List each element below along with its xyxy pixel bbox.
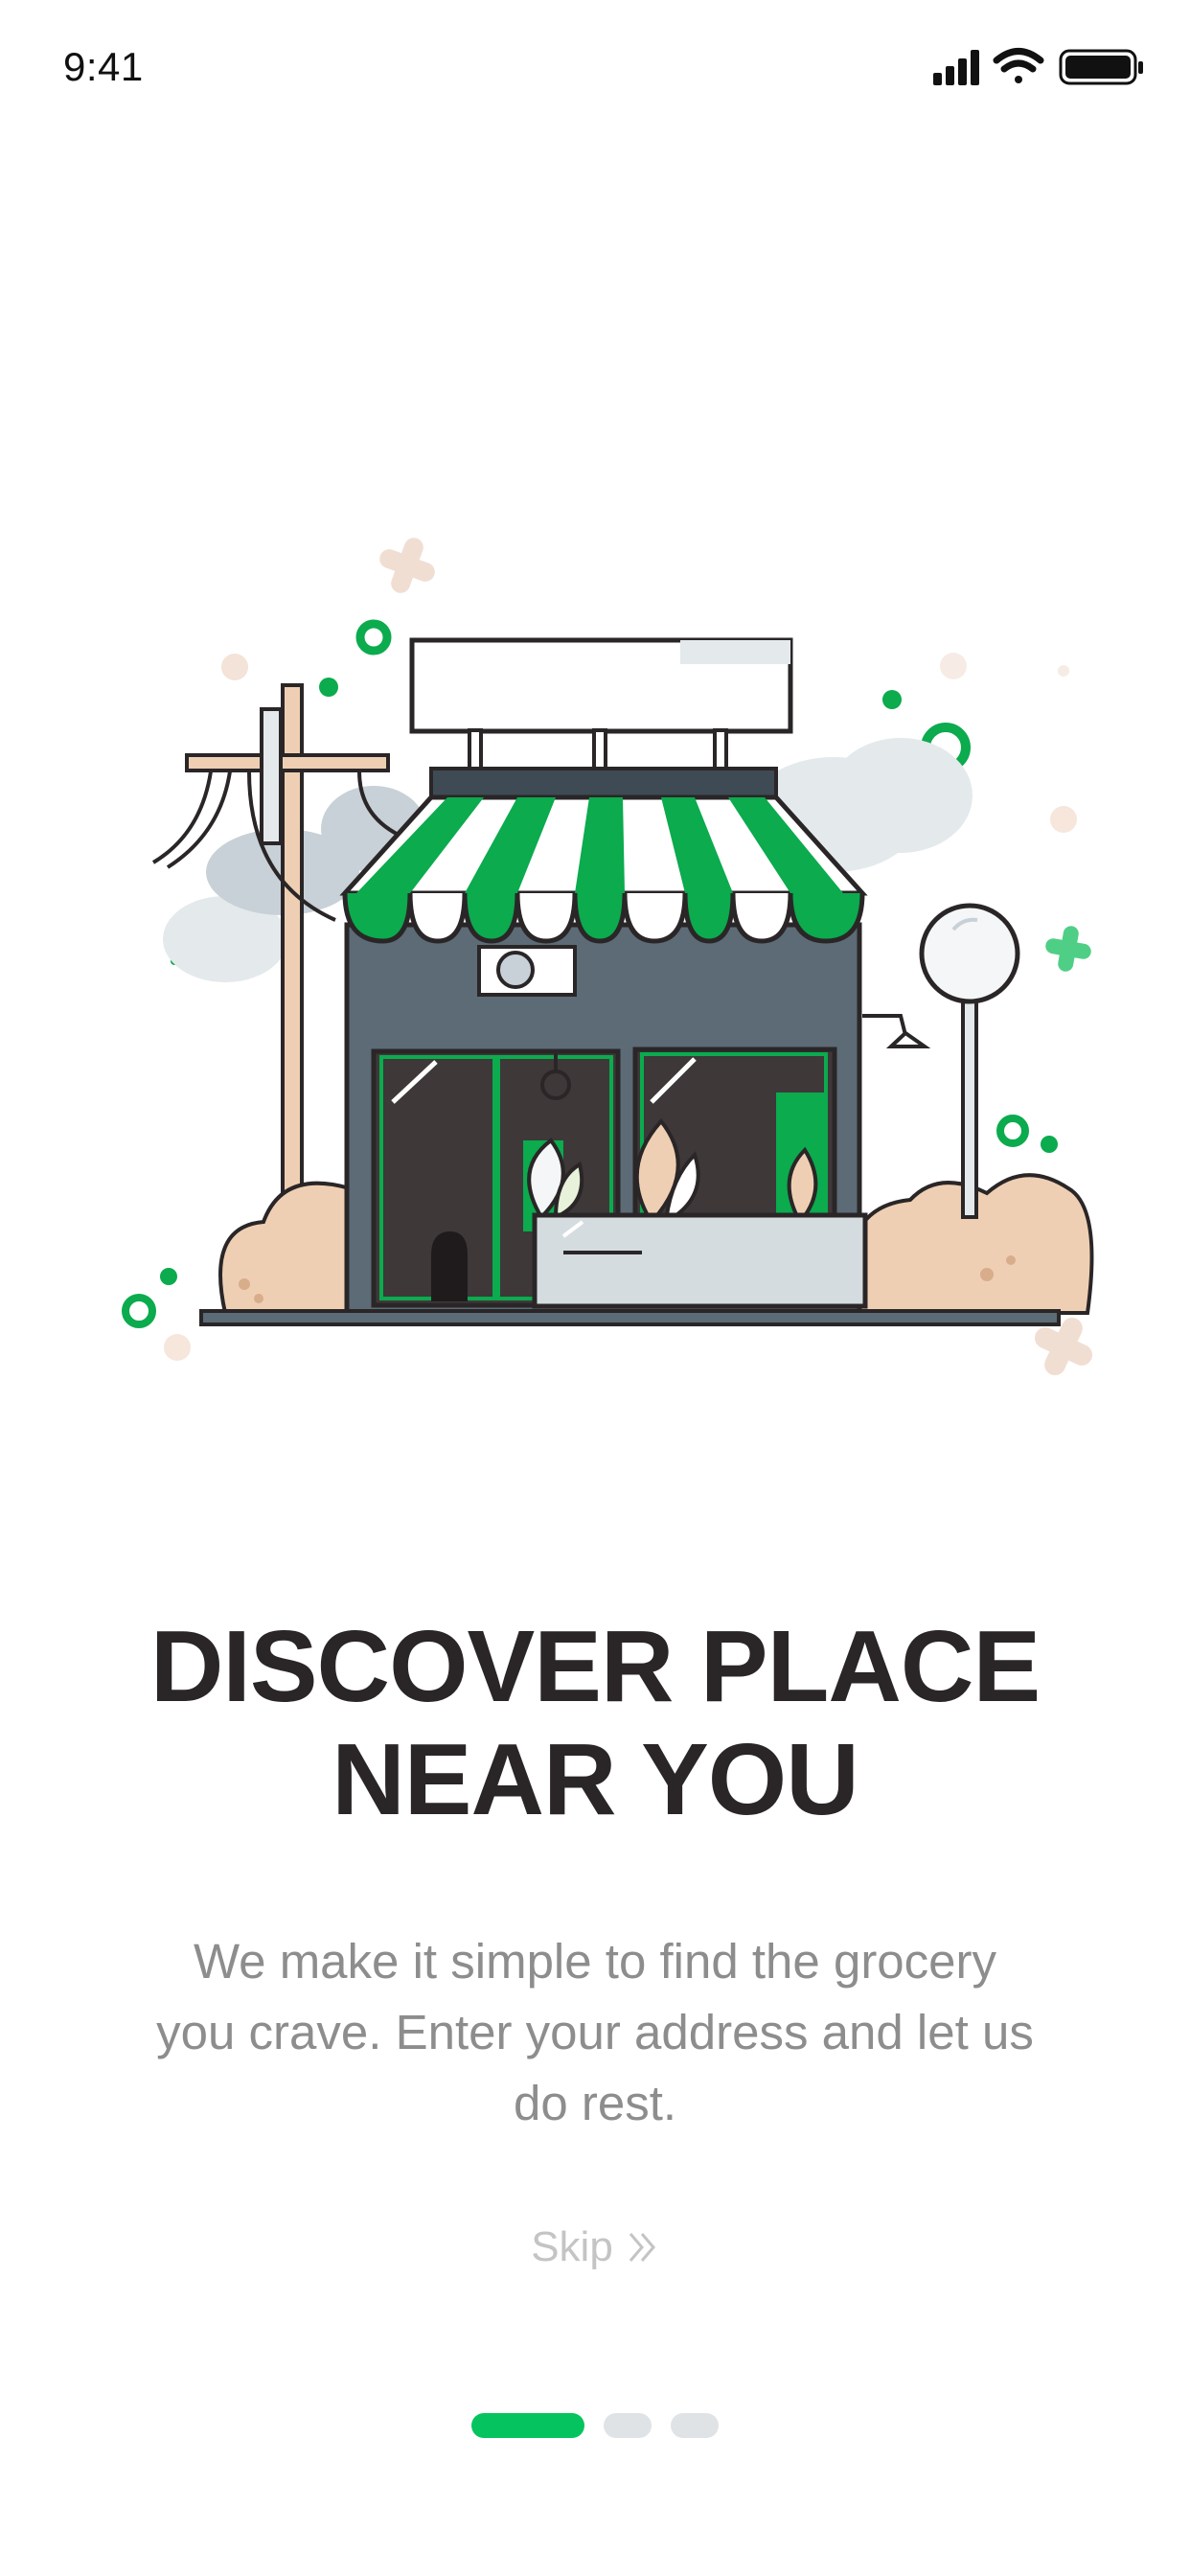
- page-dot-2[interactable]: [604, 2413, 652, 2438]
- page-indicator: [0, 2413, 1190, 2438]
- street-lamp: [919, 903, 1020, 1219]
- page-dot-1[interactable]: [471, 2413, 584, 2438]
- onboarding-description: We make it simple to find the grocery yo…: [105, 1926, 1085, 2139]
- decor-cross-green: [1045, 926, 1091, 972]
- cellular-signal-icon: [933, 50, 979, 85]
- grocery-store-illustration: [122, 538, 1094, 1376]
- decor-cross-top: [379, 538, 435, 593]
- status-time: 9:41: [63, 44, 144, 89]
- skip-button[interactable]: Skip: [499, 2214, 691, 2281]
- battery-icon: [1059, 49, 1143, 85]
- title-line-1: DISCOVER PLACE: [149, 1610, 1041, 1723]
- status-icons: [933, 48, 1143, 85]
- status-bar: 9:41: [0, 0, 1190, 144]
- title-line-2: NEAR YOU: [332, 1723, 859, 1836]
- page-dot-3[interactable]: [671, 2413, 719, 2438]
- striped-awning: [339, 794, 868, 944]
- skip-label: Skip: [531, 2223, 613, 2270]
- onboarding-title: DISCOVER PLACE NEAR YOU: [57, 1610, 1133, 1836]
- ground: [199, 1309, 1061, 1326]
- shop-signboard: [409, 637, 793, 770]
- double-chevron-right-icon: [629, 2233, 655, 2262]
- description-line-3: do rest.: [513, 2076, 677, 2130]
- description-line-1: We make it simple to find the grocery: [193, 1934, 997, 1989]
- wifi-icon: [993, 48, 1044, 83]
- description-line-2: you crave. Enter your address and let us: [156, 2005, 1034, 2059]
